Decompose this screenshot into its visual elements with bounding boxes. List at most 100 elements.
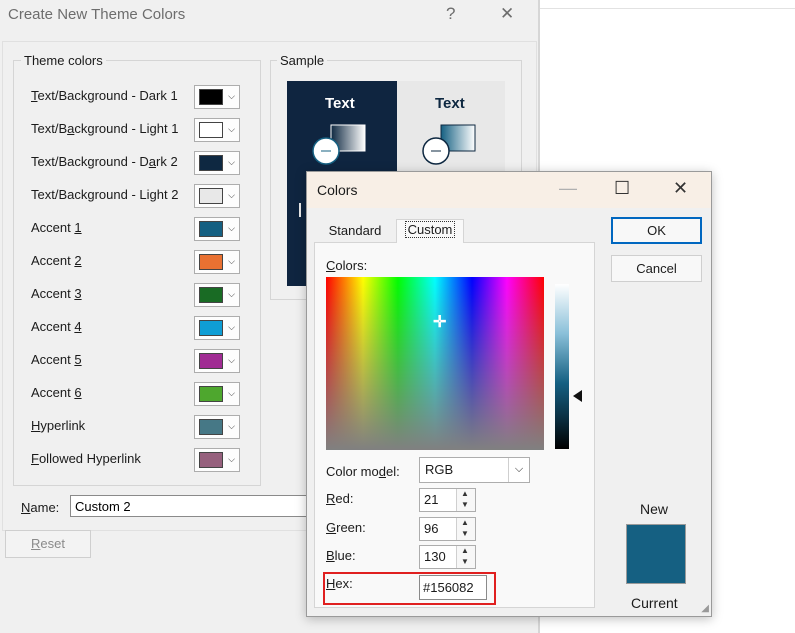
spin-down-icon[interactable]: ▼	[461, 557, 469, 566]
theme-color-label: Accent 2	[31, 253, 82, 268]
theme-color-label: Text/Background - Dark 2	[31, 154, 178, 169]
new-label: New	[640, 501, 669, 517]
theme-color-label: Accent 5	[31, 352, 82, 367]
theme-color-label: Hyperlink	[31, 418, 86, 433]
chevron-down-icon: ⌵	[228, 355, 235, 365]
current-label: Current	[631, 595, 678, 611]
theme-color-label: Followed Hyperlink	[31, 451, 141, 466]
chevron-down-icon: ⌵	[228, 322, 235, 332]
theme-color-picker[interactable]: ⌵	[194, 85, 240, 109]
chevron-down-icon: ⌵	[228, 454, 235, 464]
dialog-title: Create New Theme Colors	[8, 6, 186, 23]
color-model-value: RGB	[425, 462, 454, 477]
color-spectrum[interactable]	[326, 277, 544, 450]
red-label: Red:	[326, 491, 354, 506]
chevron-down-icon: ⌵	[228, 91, 235, 101]
color-swatch	[199, 452, 223, 468]
color-swatch	[199, 254, 223, 270]
spin-down-icon[interactable]: ▼	[461, 529, 469, 538]
sample-bar	[299, 203, 301, 217]
maximize-icon[interactable]: ☐	[614, 178, 630, 199]
sample-dark-text: Text	[325, 95, 355, 112]
theme-color-label: Text/Background - Light 2	[31, 187, 179, 202]
colors-titlebar	[307, 172, 711, 208]
theme-color-label: Accent 4	[31, 319, 82, 334]
blue-spinner[interactable]: ▲ ▼	[456, 546, 475, 568]
sample-shape-icon	[422, 124, 476, 165]
document-edge	[540, 8, 795, 9]
chevron-down-icon: ⌵	[508, 458, 529, 482]
chevron-down-icon: ⌵	[228, 157, 235, 167]
name-label: Name:	[21, 500, 60, 515]
sample-shape-icon	[312, 124, 366, 165]
color-model-select[interactable]: RGB ⌵	[419, 457, 530, 483]
tab-custom[interactable]: Custom	[396, 219, 464, 243]
hex-label: Hex:	[326, 576, 353, 591]
spin-up-icon[interactable]: ▲	[461, 546, 469, 555]
tab-standard[interactable]: Standard	[318, 221, 392, 243]
cancel-button[interactable]: Cancel	[611, 255, 702, 282]
tab-custom-label: Custom	[404, 221, 456, 238]
chevron-down-icon: ⌵	[228, 388, 235, 398]
theme-color-picker[interactable]: ⌵	[194, 184, 240, 208]
spin-up-icon[interactable]: ▲	[461, 518, 469, 527]
chevron-down-icon: ⌵	[228, 289, 235, 299]
close-icon[interactable]: ✕	[500, 4, 514, 24]
chevron-down-icon: ⌵	[228, 421, 235, 431]
color-swatch	[199, 122, 223, 138]
crosshair-icon: ✛	[433, 314, 447, 331]
ok-button[interactable]: OK	[611, 217, 702, 244]
sample-label: Sample	[277, 53, 328, 68]
minimize-icon[interactable]: —	[559, 178, 577, 199]
red-input[interactable]: 21 ▲ ▼	[419, 488, 476, 512]
color-swatch	[199, 287, 223, 303]
red-spinner[interactable]: ▲ ▼	[456, 489, 475, 511]
color-swatch	[199, 221, 223, 237]
resize-grip-icon[interactable]: ◢	[701, 603, 709, 614]
theme-color-picker[interactable]: ⌵	[194, 250, 240, 274]
hex-value: #156082	[423, 580, 474, 595]
green-value: 96	[424, 521, 439, 536]
color-swatch	[199, 89, 223, 105]
red-value: 21	[424, 492, 439, 507]
chevron-down-icon: ⌵	[228, 256, 235, 266]
help-icon[interactable]: ?	[446, 4, 455, 24]
luminance-slider[interactable]	[555, 284, 569, 449]
blue-label: Blue:	[326, 548, 356, 563]
green-spinner[interactable]: ▲ ▼	[456, 518, 475, 540]
color-preview-swatch	[626, 524, 686, 584]
theme-color-picker[interactable]: ⌵	[194, 349, 240, 373]
theme-color-label: Accent 6	[31, 385, 82, 400]
chevron-down-icon: ⌵	[228, 223, 235, 233]
theme-color-label: Text/Background - Dark 1	[31, 88, 178, 103]
theme-color-label: Accent 3	[31, 286, 82, 301]
sample-light-text: Text	[435, 95, 465, 112]
spin-down-icon[interactable]: ▼	[461, 500, 469, 509]
green-input[interactable]: 96 ▲ ▼	[419, 517, 476, 541]
name-input[interactable]	[70, 495, 320, 517]
hex-input[interactable]: #156082	[419, 575, 487, 600]
blue-input[interactable]: 130 ▲ ▼	[419, 545, 476, 569]
theme-color-picker[interactable]: ⌵	[194, 448, 240, 472]
chevron-down-icon: ⌵	[228, 124, 235, 134]
theme-color-picker[interactable]: ⌵	[194, 415, 240, 439]
luminance-arrow-icon[interactable]	[573, 390, 582, 402]
theme-color-picker[interactable]: ⌵	[194, 151, 240, 175]
theme-color-picker[interactable]: ⌵	[194, 283, 240, 307]
color-swatch	[199, 155, 223, 171]
close-icon[interactable]: ✕	[673, 178, 688, 199]
theme-color-picker[interactable]: ⌵	[194, 382, 240, 406]
theme-color-picker[interactable]: ⌵	[194, 118, 240, 142]
theme-color-picker[interactable]: ⌵	[194, 217, 240, 241]
color-swatch	[199, 419, 223, 435]
color-swatch	[199, 320, 223, 336]
theme-color-label: Accent 1	[31, 220, 82, 235]
theme-color-picker[interactable]: ⌵	[194, 316, 240, 340]
green-label: Green:	[326, 520, 366, 535]
color-swatch	[199, 188, 223, 204]
color-model-label: Color model:	[326, 464, 400, 479]
colors-dialog: Colors — ☐ ✕ Standard Custom Colors: ✛ C…	[306, 171, 712, 617]
theme-color-label: Text/Background - Light 1	[31, 121, 179, 136]
spin-up-icon[interactable]: ▲	[461, 489, 469, 498]
reset-button[interactable]: Reset	[5, 530, 91, 558]
